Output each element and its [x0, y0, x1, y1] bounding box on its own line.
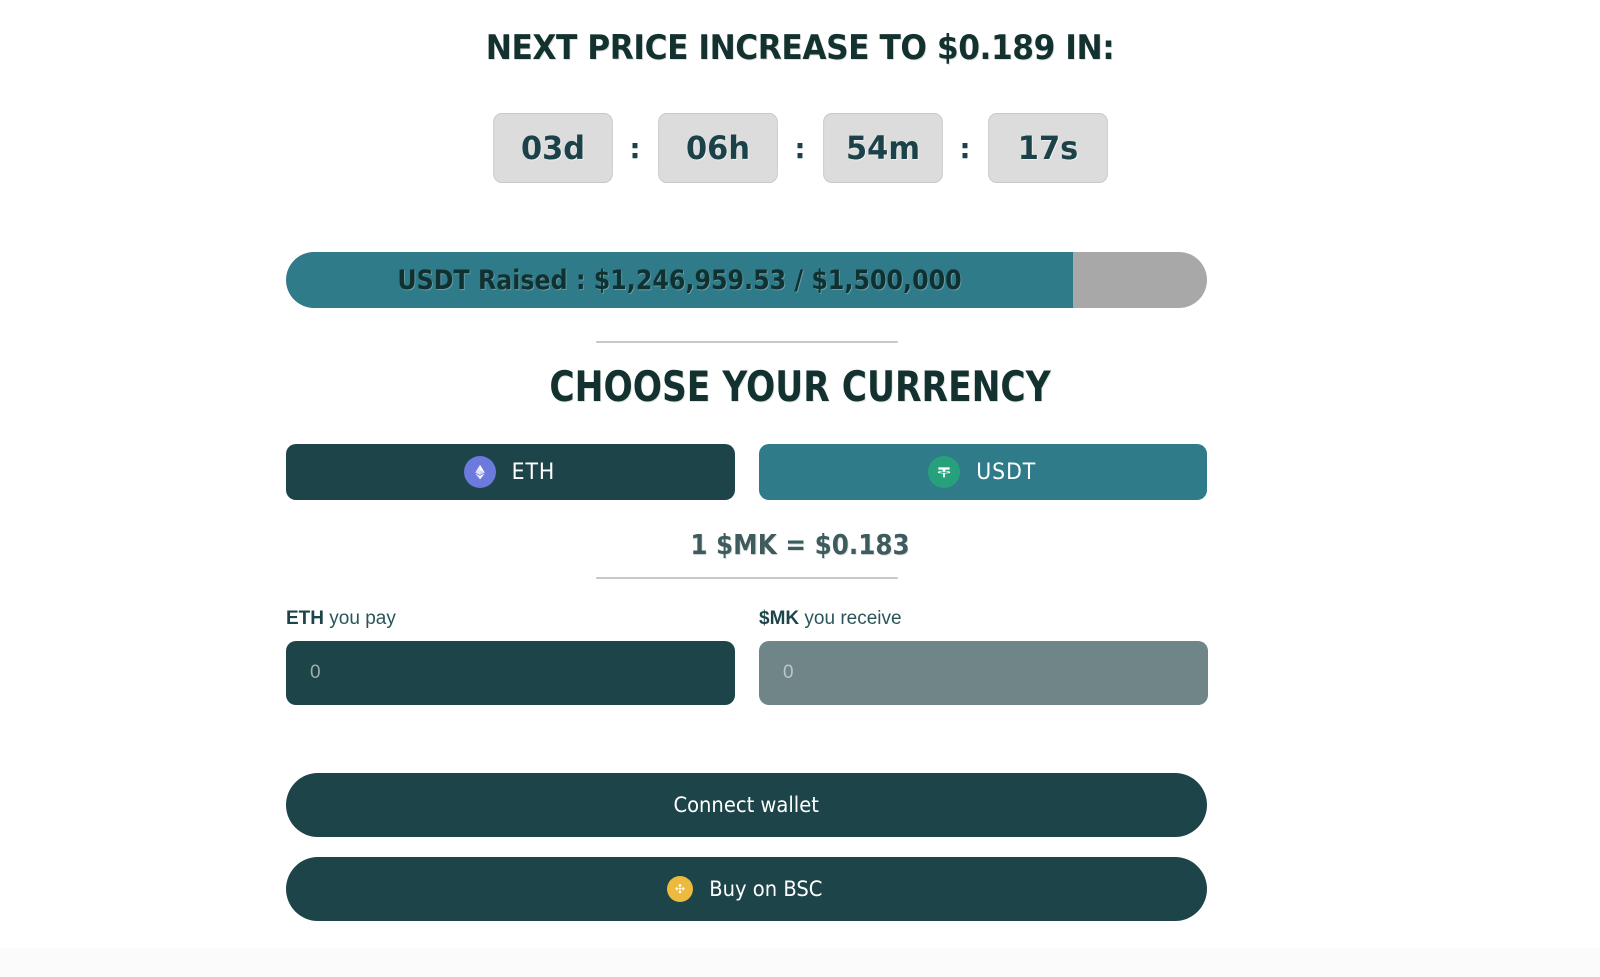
- binance-icon: [667, 876, 693, 902]
- receive-field-group: $MK you receive: [759, 608, 1208, 705]
- buy-on-bsc-label: Buy on BSC: [709, 877, 822, 901]
- progress-label: USDT Raised : $1,246,959.53 / $1,500,000: [333, 252, 1026, 308]
- pay-amount-input[interactable]: [286, 641, 735, 705]
- token-rate: 1 $MK = $0.183: [96, 528, 1504, 561]
- bottom-band: [0, 948, 1600, 977]
- pay-field-label-text: you pay: [324, 608, 396, 629]
- swap-fields: ETH you pay $MK you receive: [286, 608, 1207, 705]
- connect-wallet-button[interactable]: Connect wallet: [286, 773, 1207, 837]
- currency-option-eth-label: ETH: [511, 460, 555, 485]
- funds-raised-progress-bar: USDT Raised : $1,246,959.53 / $1,500,000: [286, 252, 1207, 308]
- presale-widget: NEXT PRICE INCREASE TO $0.189 IN: 03d : …: [0, 0, 1600, 977]
- section-title: CHOOSE YOUR CURRENCY: [144, 362, 1456, 411]
- currency-selector: ETH USDT: [286, 444, 1207, 500]
- divider: [596, 341, 898, 343]
- divider: [596, 577, 898, 579]
- countdown-timer: 03d : 06h : 54m : 17s: [0, 113, 1600, 183]
- countdown-separator: :: [946, 132, 985, 165]
- receive-amount-input: [759, 641, 1208, 705]
- receive-field-label: $MK you receive: [759, 608, 1208, 630]
- pay-field-label-currency: ETH: [286, 608, 324, 629]
- currency-option-usdt-label: USDT: [976, 460, 1036, 485]
- currency-option-usdt[interactable]: USDT: [759, 444, 1208, 500]
- page-title: NEXT PRICE INCREASE TO $0.189 IN:: [64, 28, 1536, 68]
- countdown-hours: 06h: [658, 113, 778, 183]
- receive-field-label-currency: $MK: [759, 608, 799, 629]
- countdown-days: 03d: [493, 113, 613, 183]
- currency-option-eth[interactable]: ETH: [286, 444, 735, 500]
- connect-wallet-label: Connect wallet: [674, 793, 819, 817]
- pay-field-label: ETH you pay: [286, 608, 735, 630]
- countdown-separator: :: [781, 132, 820, 165]
- tether-icon: [928, 456, 960, 488]
- buy-on-bsc-button[interactable]: Buy on BSC: [286, 857, 1207, 921]
- countdown-separator: :: [616, 132, 655, 165]
- countdown-minutes: 54m: [823, 113, 943, 183]
- countdown-seconds: 17s: [988, 113, 1108, 183]
- pay-field-group: ETH you pay: [286, 608, 735, 705]
- ethereum-icon: [464, 456, 496, 488]
- receive-field-label-text: you receive: [799, 608, 901, 629]
